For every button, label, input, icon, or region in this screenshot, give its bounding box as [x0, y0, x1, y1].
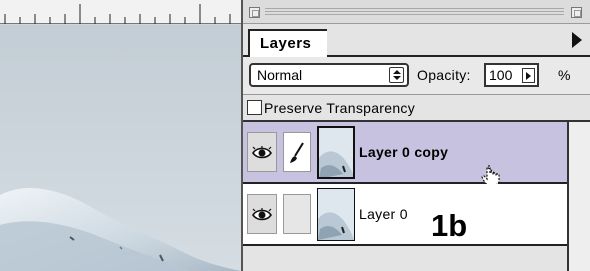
eye-icon: [252, 146, 272, 159]
palette-menu-arrow-icon[interactable]: [572, 32, 582, 48]
opacity-unit: %: [558, 67, 571, 83]
opacity-label: Opacity:: [417, 67, 471, 83]
figure-label: 1b: [431, 208, 468, 243]
opacity-input[interactable]: 100: [484, 63, 539, 87]
opacity-value: 100: [489, 67, 513, 83]
palette-tab-row: Layers: [243, 24, 590, 57]
palette-title-bar[interactable]: [243, 0, 590, 24]
layer-row-layer-0-copy[interactable]: Layer 0 copy: [243, 122, 567, 186]
tab-layers[interactable]: Layers: [248, 29, 328, 57]
layer-thumbnail: [317, 188, 355, 241]
brush-link-toggle[interactable]: [283, 132, 311, 172]
blend-mode-select[interactable]: Normal: [249, 63, 409, 87]
opacity-slider-arrow-icon[interactable]: [522, 68, 535, 83]
visibility-toggle[interactable]: [247, 194, 277, 234]
preserve-transparency-label[interactable]: Preserve Transparency: [264, 100, 415, 116]
layer-row-layer-0[interactable]: Layer 0: [243, 184, 567, 246]
layer-name: Layer 0: [359, 206, 408, 222]
visibility-toggle[interactable]: [247, 132, 277, 172]
close-box-icon[interactable]: [249, 7, 260, 18]
layer-options-row: Normal Opacity: 100 %: [243, 57, 590, 95]
layer-list: Layer 0 copy Layer 0 1b: [243, 122, 567, 271]
layers-palette: Layers Normal Opacity: 100 % Preserve Tr…: [241, 0, 590, 271]
brush-link-toggle[interactable]: [283, 194, 311, 234]
paintbrush-icon: [290, 142, 304, 163]
preserve-transparency-checkbox[interactable]: [247, 100, 262, 115]
zoom-box-icon[interactable]: [571, 7, 582, 18]
horizontal-ruler: [0, 0, 241, 24]
photo-snow-landscape: [0, 25, 241, 271]
eye-icon: [252, 208, 272, 221]
blend-mode-value: Normal: [257, 67, 303, 83]
tab-layers-label: Layers: [260, 35, 312, 52]
preserve-transparency-row: Preserve Transparency: [243, 95, 590, 122]
layer-list-scrollbar[interactable]: [567, 122, 590, 271]
hand-cursor-icon: [481, 165, 500, 186]
layer-thumbnail: [317, 126, 355, 179]
image-canvas[interactable]: [0, 0, 241, 271]
title-bar-stripes: [265, 8, 564, 17]
select-arrows-icon: [389, 67, 404, 83]
layer-name: Layer 0 copy: [359, 144, 449, 160]
